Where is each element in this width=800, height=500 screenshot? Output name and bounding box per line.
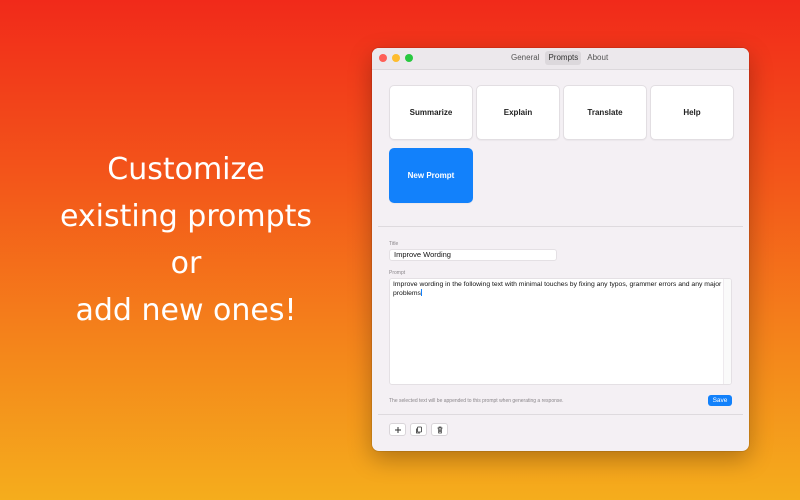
- prompt-card-translate[interactable]: Translate: [563, 85, 647, 140]
- text-caret: [420, 289, 422, 296]
- title-input[interactable]: Improve Wording: [389, 249, 557, 261]
- prompt-text: Improve wording in the following text wi…: [393, 281, 722, 297]
- toolbar-divider: [378, 414, 743, 415]
- promo-line: existing prompts: [59, 199, 313, 234]
- tab-prompts[interactable]: Prompts: [545, 51, 582, 65]
- tab-bar: General Prompts About: [508, 51, 611, 65]
- window-controls: [379, 54, 413, 62]
- promo-line: Customize: [107, 152, 265, 187]
- prompt-card-summarize[interactable]: Summarize: [389, 85, 473, 140]
- promo-line: add new ones!: [75, 293, 297, 328]
- new-prompt-button[interactable]: New Prompt: [389, 148, 473, 203]
- copy-icon: [415, 426, 422, 433]
- minimize-window-button[interactable]: [392, 54, 400, 62]
- title-bar: General Prompts About: [372, 48, 749, 70]
- tab-general[interactable]: General: [508, 51, 542, 65]
- add-prompt-button[interactable]: [389, 423, 406, 436]
- prompt-textarea[interactable]: Improve wording in the following text wi…: [389, 278, 732, 385]
- zoom-window-button[interactable]: [405, 54, 413, 62]
- tab-about[interactable]: About: [584, 51, 611, 65]
- settings-window: General Prompts About Summarize Explain …: [372, 48, 749, 451]
- close-window-button[interactable]: [379, 54, 387, 62]
- bottom-toolbar: [389, 423, 448, 436]
- delete-prompt-button[interactable]: [431, 423, 448, 436]
- promo-line: or: [170, 246, 202, 281]
- append-hint: The selected text will be appended to th…: [389, 398, 564, 404]
- prompt-label: Prompt: [389, 270, 406, 276]
- prompt-card-explain[interactable]: Explain: [476, 85, 560, 140]
- trash-icon: [437, 426, 442, 433]
- title-label: Title: [389, 241, 399, 247]
- plus-icon: [394, 426, 401, 433]
- promo-headline: Customize existing prompts or add new on…: [40, 146, 332, 334]
- section-divider: [378, 226, 743, 227]
- prompt-scrollbar[interactable]: [723, 279, 731, 384]
- save-button[interactable]: Save: [708, 395, 732, 406]
- prompt-card-help[interactable]: Help: [650, 85, 734, 140]
- duplicate-prompt-button[interactable]: [410, 423, 427, 436]
